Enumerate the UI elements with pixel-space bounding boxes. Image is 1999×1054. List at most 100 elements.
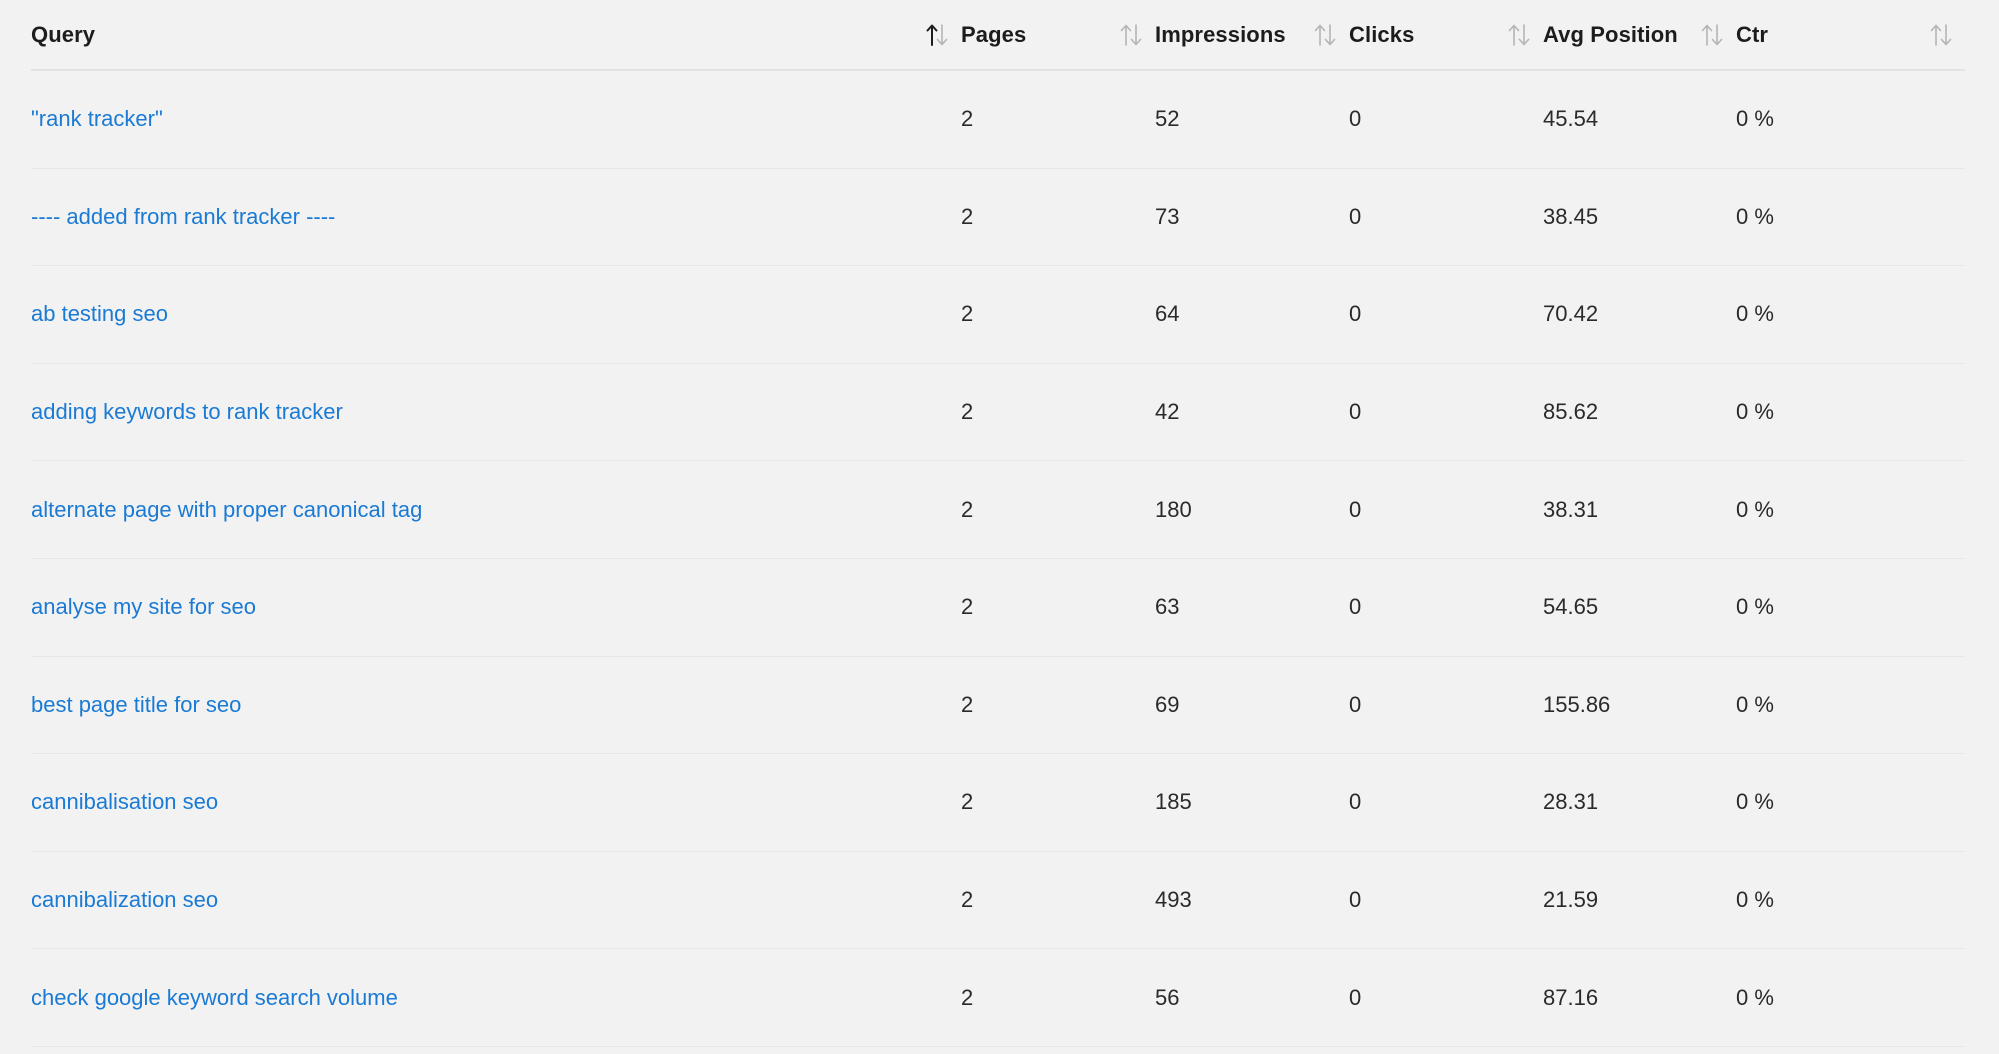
cell-impressions: 56: [1155, 984, 1180, 1010]
header-clicks[interactable]: Clicks: [1349, 22, 1543, 48]
cell-pages: 2: [961, 496, 974, 522]
cell-clicks: 0: [1349, 984, 1362, 1010]
cell-pages: 2: [961, 887, 974, 913]
cell-impressions: 73: [1155, 203, 1180, 229]
query-link[interactable]: adding keywords to rank tracker: [31, 399, 343, 424]
table-row: analyse my site for seo 2 63 0 54.65 0 %: [31, 559, 1965, 657]
cell-query: cannibalisation seo: [31, 789, 961, 815]
cell-clicks: 0: [1349, 203, 1362, 229]
sort-arrows-icon[interactable]: [1700, 22, 1724, 48]
cell-pages: 2: [961, 399, 974, 425]
cell-clicks: 0: [1349, 399, 1362, 425]
cell-ctr: 0 %: [1736, 203, 1774, 229]
header-clicks-label: Clicks: [1349, 21, 1415, 47]
cell-ctr: 0 %: [1736, 789, 1774, 815]
query-link[interactable]: cannibalisation seo: [31, 789, 218, 814]
cell-impressions: 180: [1155, 496, 1192, 522]
query-link[interactable]: alternate page with proper canonical tag: [31, 497, 422, 522]
table-row: cannibalisation seo 2 185 0 28.31 0 %: [31, 754, 1965, 852]
table-row: alternate page with proper canonical tag…: [31, 461, 1965, 559]
table-row: best page title for seo 2 69 0 155.86 0 …: [31, 657, 1965, 755]
table-header: Query Pages Impressions Clicks Avg Posit…: [31, 0, 1965, 71]
cell-clicks: 0: [1349, 106, 1362, 132]
table-row: "rank tracker" 2 52 0 45.54 0 %: [31, 71, 1965, 169]
cell-query: ab testing seo: [31, 301, 961, 327]
cell-pages: 2: [961, 301, 974, 327]
query-link[interactable]: ---- added from rank tracker ----: [31, 204, 335, 229]
header-ctr-label: Ctr: [1736, 21, 1769, 47]
cell-impressions: 64: [1155, 301, 1180, 327]
cell-clicks: 0: [1349, 496, 1362, 522]
cell-pages: 2: [961, 106, 974, 132]
cell-clicks: 0: [1349, 887, 1362, 913]
cell-pages: 2: [961, 203, 974, 229]
cell-pages: 2: [961, 594, 974, 620]
cell-impressions: 493: [1155, 887, 1192, 913]
cell-avg-position: 38.31: [1543, 496, 1599, 522]
cell-ctr: 0 %: [1736, 399, 1774, 425]
cell-impressions: 63: [1155, 594, 1180, 620]
cell-avg-position: 87.16: [1543, 984, 1599, 1010]
cell-pages: 2: [961, 984, 974, 1010]
sort-arrows-icon[interactable]: [925, 22, 949, 48]
query-table: Query Pages Impressions Clicks Avg Posit…: [31, 0, 1965, 1047]
cell-avg-position: 70.42: [1543, 301, 1599, 327]
header-ctr[interactable]: Ctr: [1736, 22, 1965, 48]
cell-clicks: 0: [1349, 301, 1362, 327]
header-avg-position-label: Avg Position: [1543, 21, 1678, 47]
header-impressions-label: Impressions: [1155, 21, 1286, 47]
cell-ctr: 0 %: [1736, 984, 1774, 1010]
query-link[interactable]: cannibalization seo: [31, 887, 218, 912]
cell-avg-position: 54.65: [1543, 594, 1599, 620]
table-row: ---- added from rank tracker ---- 2 73 0…: [31, 169, 1965, 267]
cell-ctr: 0 %: [1736, 691, 1774, 717]
cell-avg-position: 85.62: [1543, 399, 1599, 425]
table-body: "rank tracker" 2 52 0 45.54 0 % ---- add…: [31, 71, 1965, 1047]
query-link[interactable]: check google keyword search volume: [31, 985, 398, 1010]
sort-arrows-icon[interactable]: [1119, 22, 1143, 48]
cell-query: best page title for seo: [31, 692, 961, 718]
cell-query: adding keywords to rank tracker: [31, 399, 961, 425]
table-row: ab testing seo 2 64 0 70.42 0 %: [31, 266, 1965, 364]
header-query-label: Query: [31, 21, 96, 47]
cell-ctr: 0 %: [1736, 106, 1774, 132]
query-link[interactable]: best page title for seo: [31, 692, 241, 717]
cell-clicks: 0: [1349, 594, 1362, 620]
header-avg-position[interactable]: Avg Position: [1543, 22, 1736, 48]
cell-ctr: 0 %: [1736, 887, 1774, 913]
header-impressions[interactable]: Impressions: [1155, 22, 1349, 48]
cell-avg-position: 21.59: [1543, 887, 1599, 913]
header-pages[interactable]: Pages: [961, 22, 1155, 48]
sort-arrows-icon[interactable]: [1929, 22, 1953, 48]
cell-impressions: 52: [1155, 106, 1180, 132]
sort-arrows-icon[interactable]: [1507, 22, 1531, 48]
cell-query: alternate page with proper canonical tag: [31, 497, 961, 523]
cell-ctr: 0 %: [1736, 594, 1774, 620]
query-link[interactable]: analyse my site for seo: [31, 594, 256, 619]
cell-avg-position: 155.86: [1543, 691, 1611, 717]
sort-arrows-icon[interactable]: [1313, 22, 1337, 48]
cell-ctr: 0 %: [1736, 496, 1774, 522]
cell-query: "rank tracker": [31, 106, 961, 132]
cell-avg-position: 28.31: [1543, 789, 1599, 815]
cell-impressions: 42: [1155, 399, 1180, 425]
table-row: adding keywords to rank tracker 2 42 0 8…: [31, 364, 1965, 462]
cell-impressions: 69: [1155, 691, 1180, 717]
cell-query: analyse my site for seo: [31, 594, 961, 620]
header-pages-label: Pages: [961, 21, 1027, 47]
cell-ctr: 0 %: [1736, 301, 1774, 327]
cell-avg-position: 38.45: [1543, 203, 1599, 229]
query-link[interactable]: ab testing seo: [31, 301, 168, 326]
cell-pages: 2: [961, 691, 974, 717]
cell-query: ---- added from rank tracker ----: [31, 204, 961, 230]
cell-pages: 2: [961, 789, 974, 815]
cell-clicks: 0: [1349, 789, 1362, 815]
cell-avg-position: 45.54: [1543, 106, 1599, 132]
query-link[interactable]: "rank tracker": [31, 106, 163, 131]
cell-query: cannibalization seo: [31, 887, 961, 913]
cell-query: check google keyword search volume: [31, 985, 961, 1011]
cell-clicks: 0: [1349, 691, 1362, 717]
table-row: cannibalization seo 2 493 0 21.59 0 %: [31, 852, 1965, 950]
cell-impressions: 185: [1155, 789, 1192, 815]
header-query[interactable]: Query: [31, 22, 961, 48]
